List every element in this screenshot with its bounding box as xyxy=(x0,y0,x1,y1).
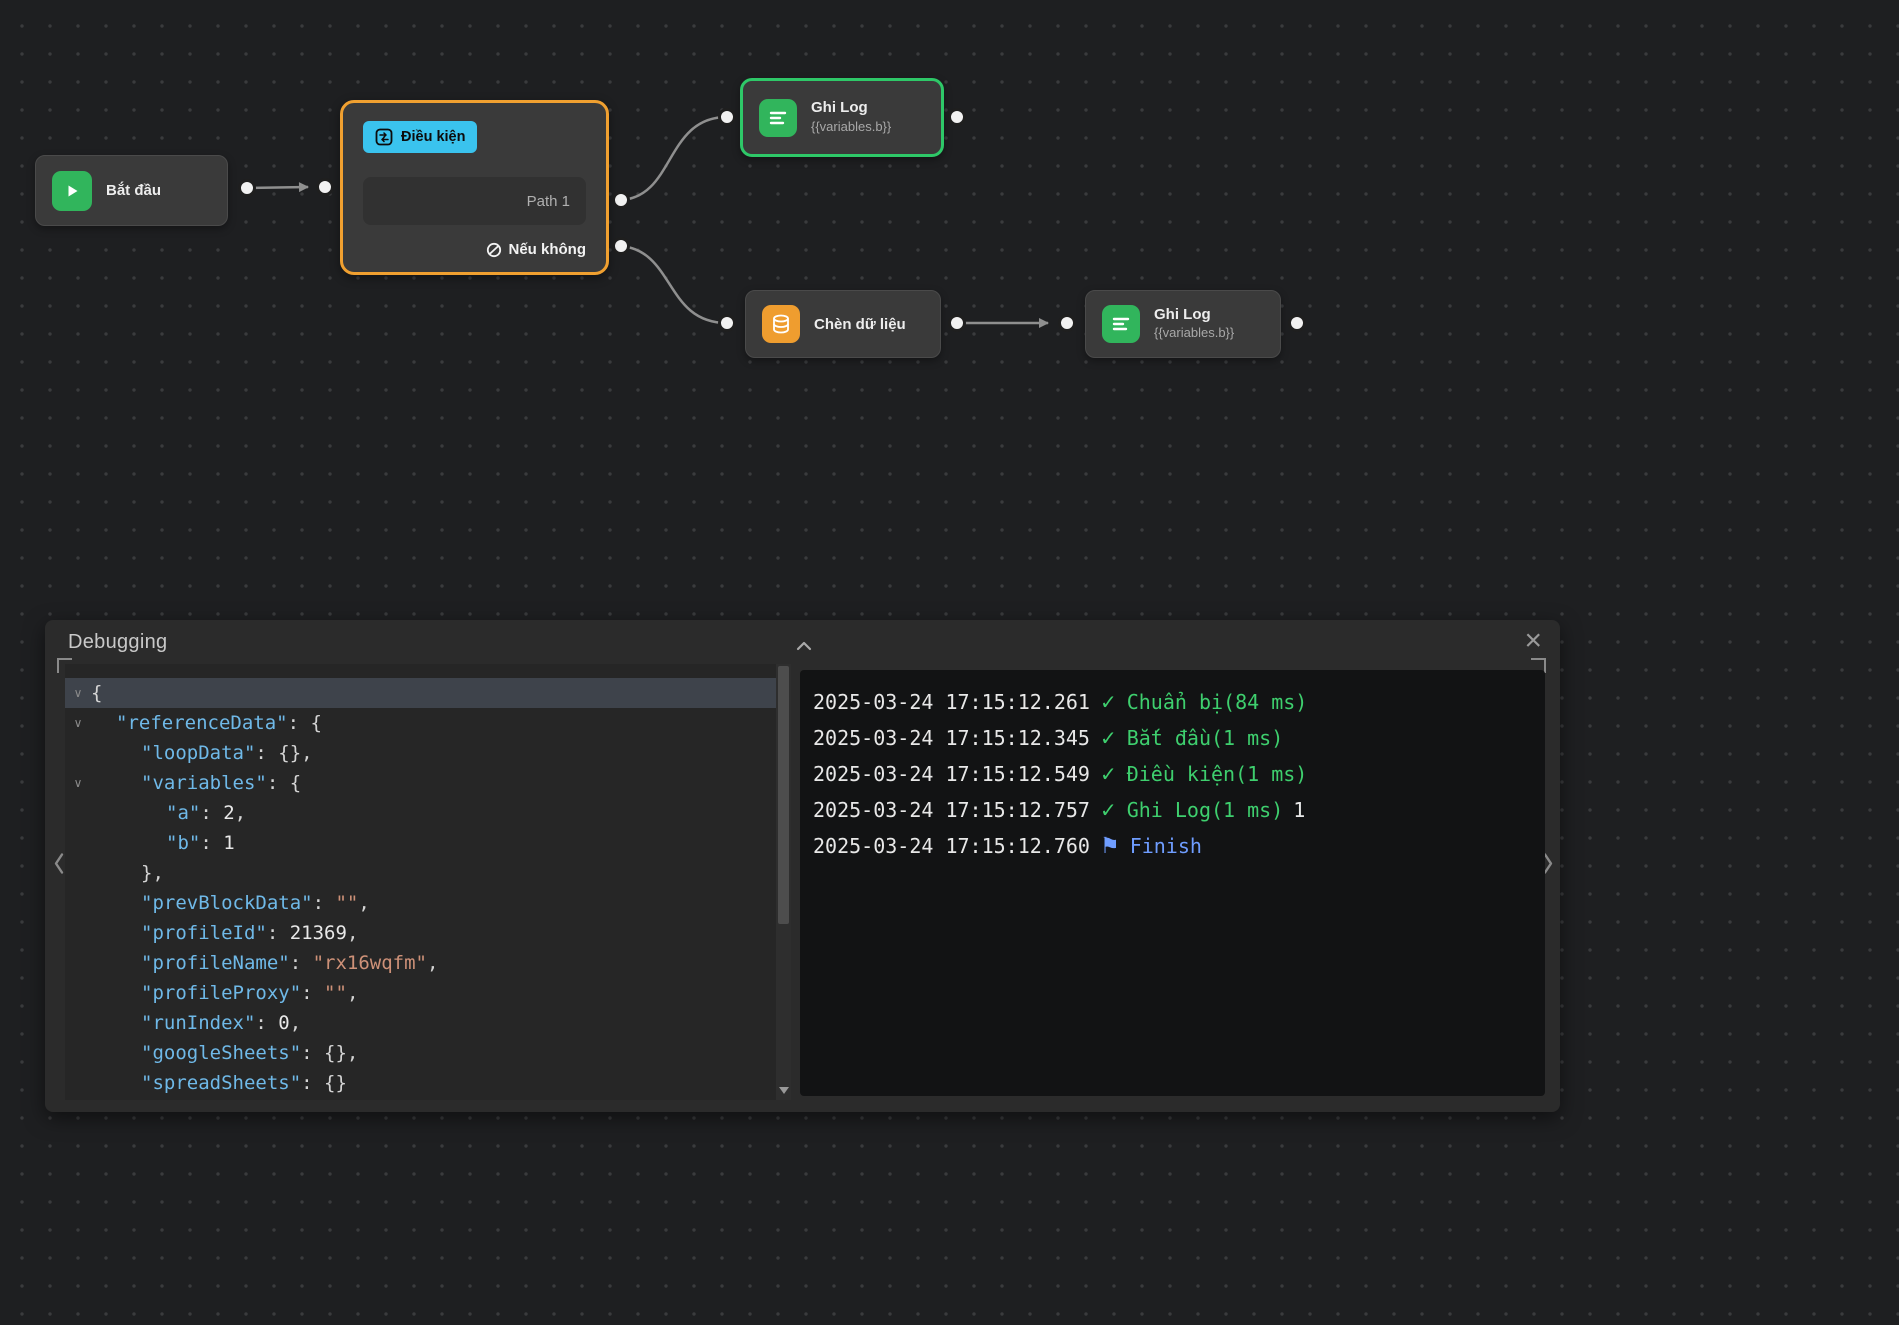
scrollbar[interactable] xyxy=(776,664,791,1100)
json-line-text: "runIndex": 0, xyxy=(91,1008,301,1038)
port-log-bottom-out[interactable] xyxy=(1290,316,1305,331)
collapse-caret-icon[interactable]: ∨ xyxy=(65,678,91,708)
log-timestamp: 2025-03-24 17:15:12.549 xyxy=(813,762,1090,786)
panel-title: Debugging xyxy=(68,631,167,654)
json-line-text: }, xyxy=(91,858,164,888)
json-line-text: "loopData": {}, xyxy=(91,738,313,768)
json-tree-row[interactable]: "profileProxy": "", xyxy=(65,978,791,1008)
collapse-caret-icon[interactable]: ∨ xyxy=(65,768,91,798)
log-entry: 2025-03-24 17:15:12.757 ✓ Ghi Log(1 ms) 1 xyxy=(813,792,1545,828)
log-message: Bắt đầu(1 ms) xyxy=(1127,726,1284,750)
run-log[interactable]: 2025-03-24 17:15:12.261✓Chuẩn bị(84 ms)2… xyxy=(800,670,1545,1096)
log-timestamp: 2025-03-24 17:15:12.760 xyxy=(813,834,1090,858)
json-tree-row[interactable]: ∨{ xyxy=(65,678,791,708)
log-extra-value: 1 xyxy=(1293,798,1305,822)
json-line-text: "spreadSheets": {} xyxy=(91,1068,347,1098)
check-icon: ✓ xyxy=(1100,690,1117,714)
condition-else-label: Nếu không xyxy=(509,241,587,258)
play-icon xyxy=(52,171,92,211)
edge-condition-else-to-insert[interactable] xyxy=(621,246,727,323)
json-tree-row[interactable]: "a": 2, xyxy=(65,798,791,828)
log-entry: 2025-03-24 17:15:12.345 ✓ Bắt đầu(1 ms) xyxy=(813,720,1545,756)
check-icon: ✓ xyxy=(1100,726,1117,750)
json-line-text: "a": 2, xyxy=(91,798,246,828)
edge-condition-path1-to-log[interactable] xyxy=(621,117,727,200)
flag-icon: ⚑ xyxy=(1100,834,1120,859)
condition-path-row[interactable]: Path 1 xyxy=(363,177,586,225)
chevron-up-icon[interactable] xyxy=(793,638,815,654)
log-timestamp: 2025-03-24 17:15:12.757 xyxy=(813,798,1090,822)
node-insert-label: Chèn dữ liệu xyxy=(814,316,906,333)
log-entry: 2025-03-24 17:15:12.261 ✓ Chuẩn bị(84 ms) xyxy=(813,684,1545,720)
node-log-top[interactable]: Ghi Log {{variables.b}} xyxy=(740,78,944,157)
collapse-caret-icon[interactable]: ∨ xyxy=(65,708,91,738)
json-line-text: "referenceData": { xyxy=(91,708,322,738)
json-tree-row[interactable]: "profileId": 21369, xyxy=(65,918,791,948)
port-log-top-in[interactable] xyxy=(720,110,735,125)
condition-path-label: Path 1 xyxy=(527,193,570,210)
log-entry: 2025-03-24 17:15:12.549 ✓ Điều kiện(1 ms) xyxy=(813,756,1545,792)
json-line-text: "prevBlockData": "", xyxy=(91,888,370,918)
log-icon xyxy=(759,99,797,137)
json-line-text: "b": 1 xyxy=(91,828,235,858)
node-log-top-title: Ghi Log xyxy=(811,99,891,118)
debugging-panel: Debugging × ∨{∨"referenceData": {"loopDa… xyxy=(45,620,1560,1112)
node-log-bottom[interactable]: Ghi Log {{variables.b}} xyxy=(1085,290,1281,358)
json-tree-row[interactable]: ∨"referenceData": { xyxy=(65,708,791,738)
check-icon: ✓ xyxy=(1100,762,1117,786)
json-rows: ∨{∨"referenceData": {"loopData": {},∨"va… xyxy=(65,678,791,1098)
json-tree-row[interactable]: ∨"variables": { xyxy=(65,768,791,798)
port-log-bottom-in[interactable] xyxy=(1060,316,1075,331)
json-tree-row[interactable]: "googleSheets": {}, xyxy=(65,1038,791,1068)
check-icon: ✓ xyxy=(1100,798,1117,822)
log-message: Chuẩn bị(84 ms) xyxy=(1127,690,1308,714)
log-entry: 2025-03-24 17:15:12.760 ⚑ Finish xyxy=(813,828,1545,864)
database-icon xyxy=(762,305,800,343)
json-line-text: "profileId": 21369, xyxy=(91,918,358,948)
log-timestamp: 2025-03-24 17:15:12.261 xyxy=(813,690,1090,714)
node-start-label: Bắt đầu xyxy=(106,182,161,199)
log-message: Finish xyxy=(1130,834,1202,858)
json-line-text: { xyxy=(91,678,102,708)
condition-badge-label: Điều kiện xyxy=(401,129,465,145)
json-tree-viewer[interactable]: ∨{∨"referenceData": {"loopData": {},∨"va… xyxy=(65,664,791,1100)
json-line-text: "profileName": "rx16wqfm", xyxy=(91,948,438,978)
condition-badge[interactable]: Điều kiện xyxy=(363,121,477,153)
port-condition-in[interactable] xyxy=(318,180,333,195)
condition-icon xyxy=(375,128,393,146)
json-tree-row[interactable]: "prevBlockData": "", xyxy=(65,888,791,918)
json-line-text: "variables": { xyxy=(91,768,301,798)
json-tree-row[interactable]: }, xyxy=(65,858,791,888)
log-message: Ghi Log(1 ms) xyxy=(1127,798,1284,822)
slash-circle-icon xyxy=(486,242,502,258)
log-message: Điều kiện(1 ms) xyxy=(1127,762,1308,786)
port-insert-in[interactable] xyxy=(720,316,735,331)
node-log-bottom-title: Ghi Log xyxy=(1154,306,1234,325)
json-tree-row[interactable]: "spreadSheets": {} xyxy=(65,1068,791,1098)
port-start-out[interactable] xyxy=(240,181,255,196)
condition-else-row[interactable]: Nếu không xyxy=(486,241,587,258)
node-condition[interactable]: Điều kiện Path 1 Nếu không xyxy=(340,100,609,275)
json-line-text: "profileProxy": "", xyxy=(91,978,358,1008)
log-timestamp: 2025-03-24 17:15:12.345 xyxy=(813,726,1090,750)
node-log-bottom-subtitle: {{variables.b}} xyxy=(1154,325,1234,342)
json-line-text: "googleSheets": {}, xyxy=(91,1038,358,1068)
flow-canvas[interactable]: Bắt đầu Điều kiện Path 1 Nếu xyxy=(0,0,1899,1325)
node-insert-data[interactable]: Chèn dữ liệu xyxy=(745,290,941,358)
port-condition-path1-out[interactable] xyxy=(614,193,629,208)
port-log-top-out[interactable] xyxy=(950,110,965,125)
scrollbar-thumb[interactable] xyxy=(778,666,789,924)
port-insert-out[interactable] xyxy=(950,316,965,331)
port-condition-else-out[interactable] xyxy=(614,239,629,254)
json-tree-row[interactable]: "runIndex": 0, xyxy=(65,1008,791,1038)
log-icon xyxy=(1102,305,1140,343)
json-tree-row[interactable]: "b": 1 xyxy=(65,828,791,858)
json-tree-row[interactable]: "loopData": {}, xyxy=(65,738,791,768)
close-icon[interactable]: × xyxy=(1524,626,1542,656)
node-start[interactable]: Bắt đầu xyxy=(35,155,228,226)
node-log-top-subtitle: {{variables.b}} xyxy=(811,119,891,136)
json-tree-row[interactable]: "profileName": "rx16wqfm", xyxy=(65,948,791,978)
edge-start-to-condition[interactable] xyxy=(247,187,308,188)
scroll-down-icon[interactable] xyxy=(776,1082,791,1098)
